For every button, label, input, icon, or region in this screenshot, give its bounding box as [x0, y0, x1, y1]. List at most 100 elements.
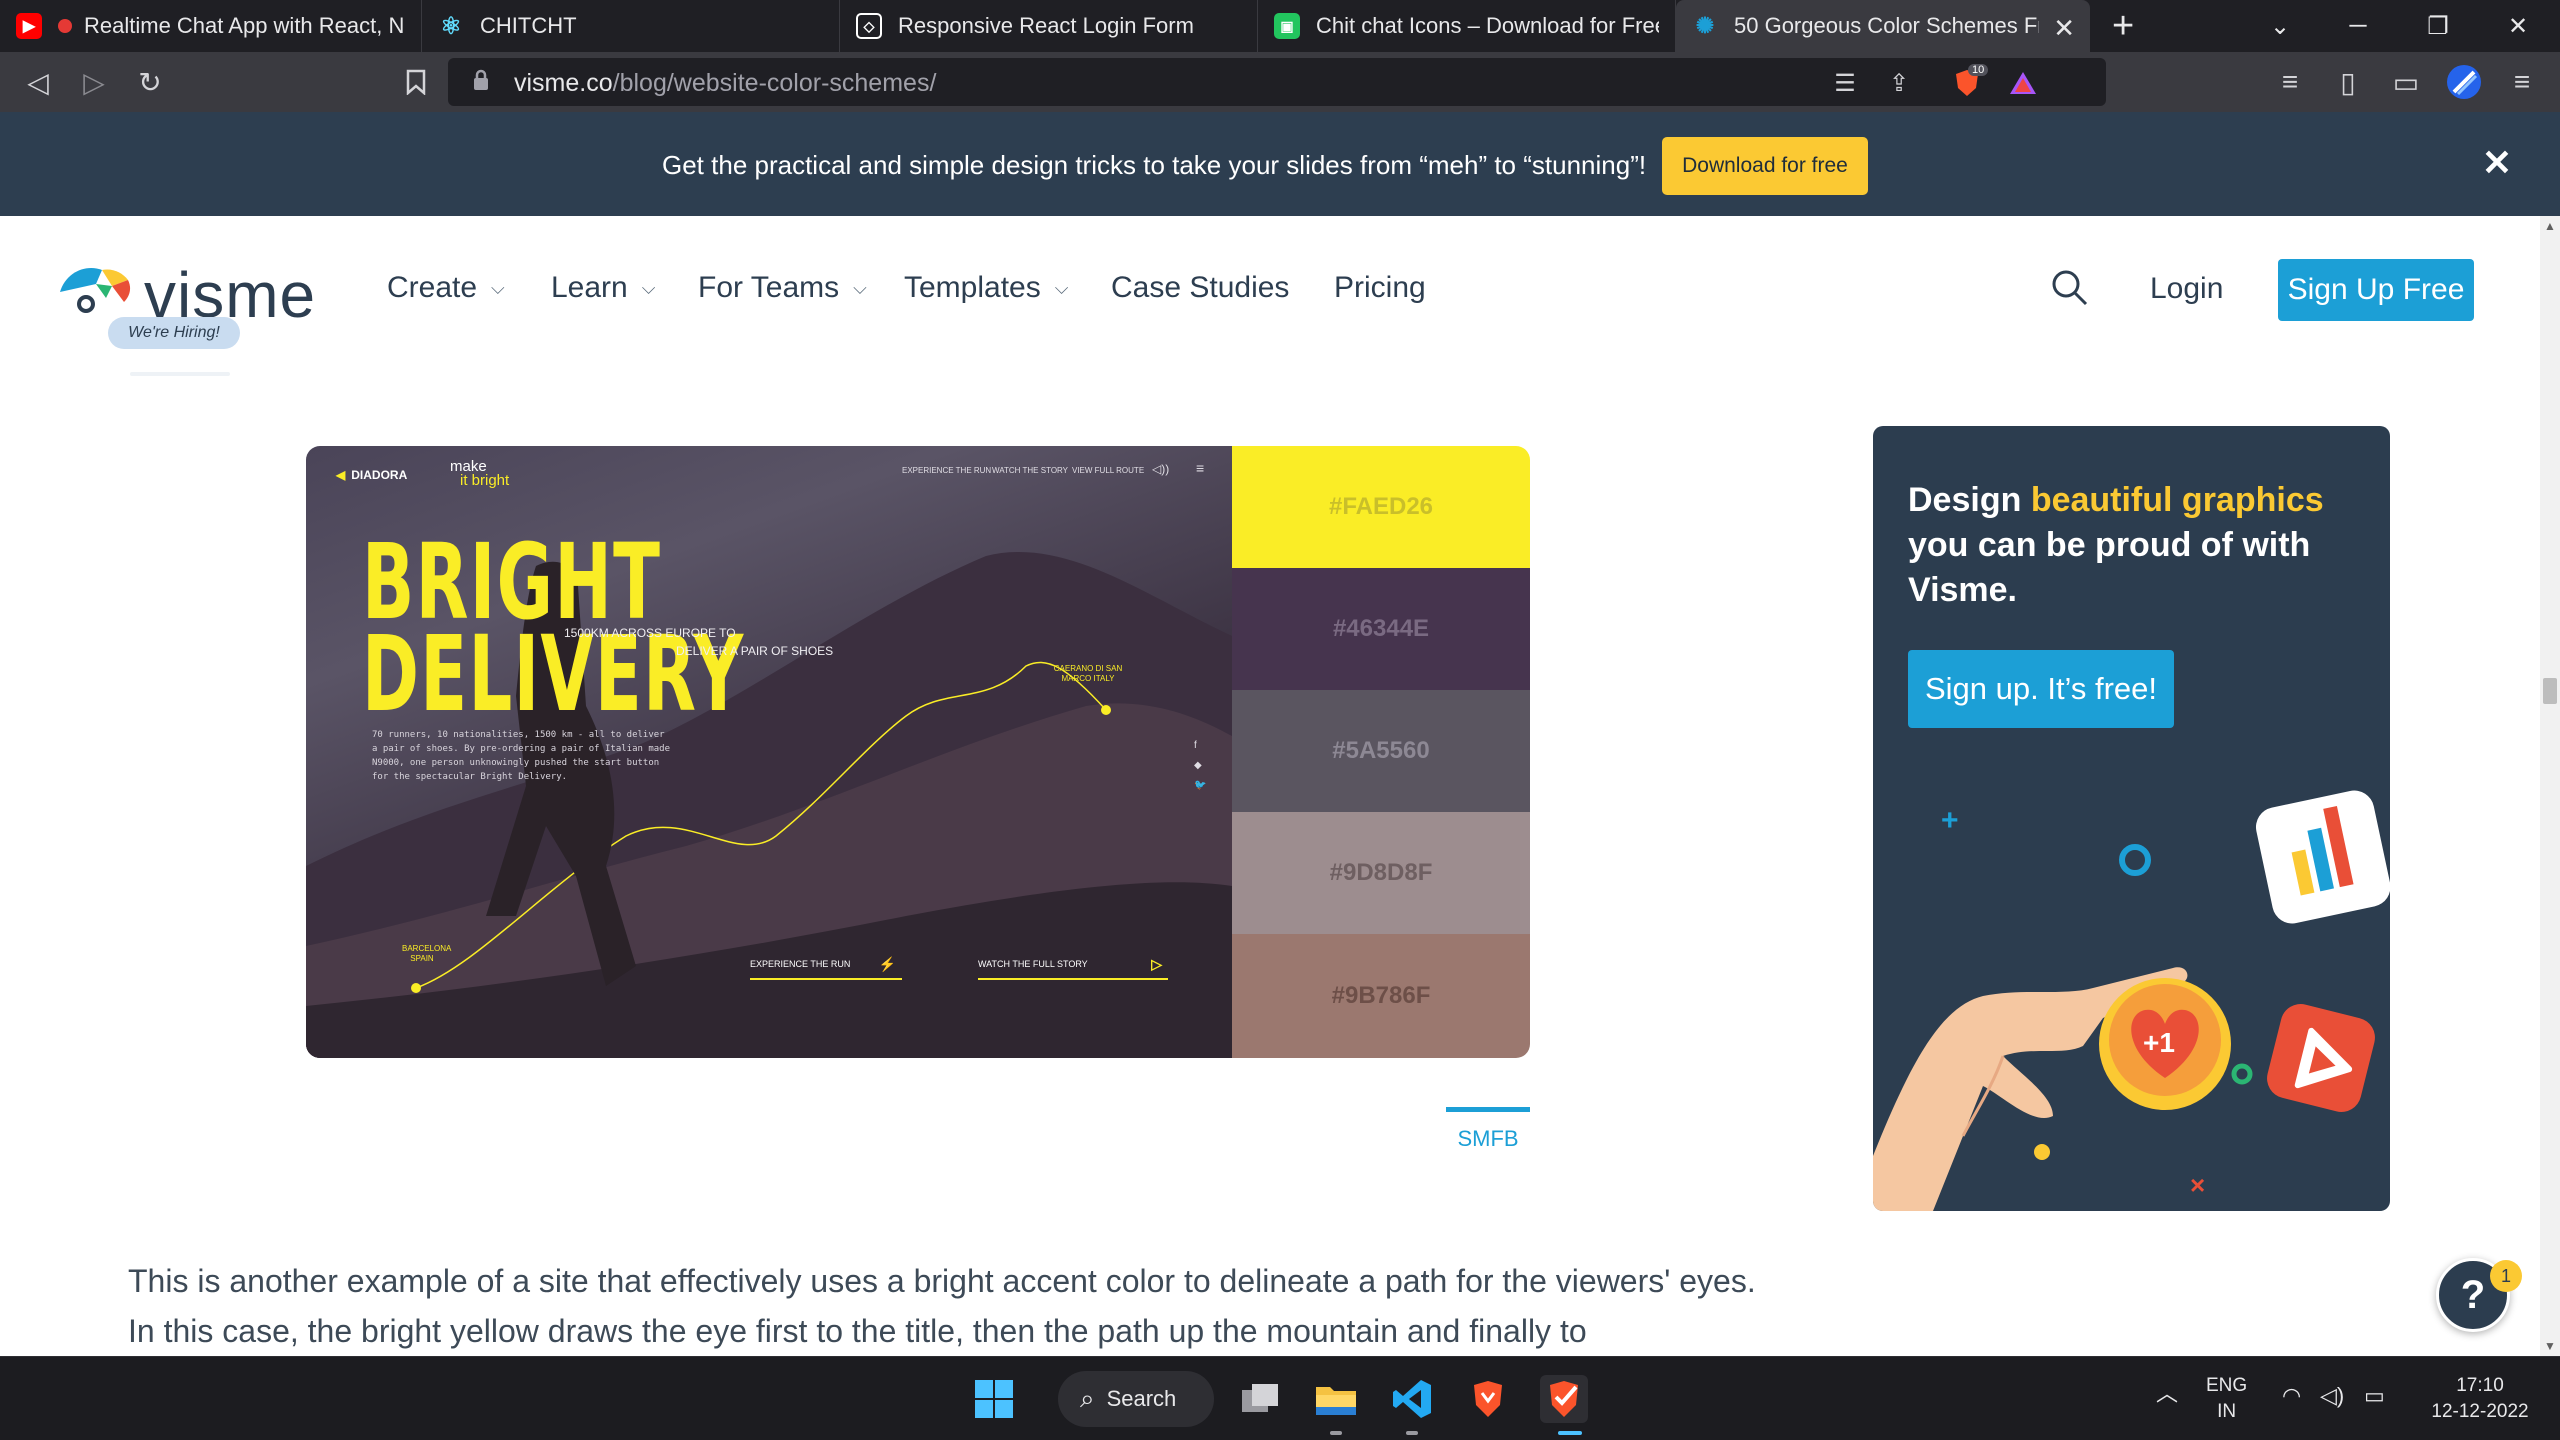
shields-count-badge: 10	[1968, 64, 1989, 76]
running-indicator	[1330, 1431, 1342, 1435]
page-scrollbar[interactable]: ▲ ▼	[2540, 216, 2560, 1356]
cta-experience-run: EXPERIENCE THE RUN ⚡	[750, 950, 902, 980]
battery-icon[interactable]: ▭	[2364, 1383, 2385, 1409]
new-tab-icon[interactable]: +	[2112, 7, 2134, 45]
close-window-icon[interactable]: ✕	[2490, 0, 2546, 52]
brave-nightly-icon[interactable]	[1540, 1375, 1588, 1423]
tab-react-login[interactable]: ◇ Responsive React Login Form	[840, 0, 1258, 52]
scroll-down-icon[interactable]: ▼	[2540, 1336, 2560, 1356]
svg-text:×: ×	[2190, 1170, 2205, 1200]
scroll-up-icon[interactable]: ▲	[2540, 216, 2560, 236]
article-paragraph: This is another example of a site that e…	[128, 1263, 1756, 1349]
brave-rewards-icon[interactable]	[2006, 66, 2040, 100]
back-icon[interactable]: ◁	[18, 62, 58, 102]
tray-chevron-icon[interactable]: ︿	[2156, 1381, 2178, 1407]
diadora-logo: ◀ DIADORA	[336, 468, 408, 482]
subheading-line-2: DELIVER A PAIR OF SHOES	[676, 644, 834, 658]
social-icons: f ◆ 🐦	[1194, 740, 1207, 791]
visme-icon: ✺	[1695, 13, 1715, 38]
restore-icon[interactable]: ❐	[2410, 0, 2466, 52]
tab-realtime-chat[interactable]: ▶ Realtime Chat App with React, Node	[0, 0, 422, 52]
search-icon[interactable]	[2050, 268, 2090, 308]
playlist-icon[interactable]: ≡	[2270, 62, 2310, 102]
tab-title: Realtime Chat App with React, Node	[84, 13, 405, 38]
tab-chitcht[interactable]: ⚛ CHITCHT	[422, 0, 840, 52]
chart-card-icon	[2255, 790, 2390, 924]
sidebar-icon[interactable]: ▯	[2328, 62, 2368, 102]
nav-pricing[interactable]: Pricing	[1334, 271, 1426, 305]
tab-search-chevron-icon[interactable]: ⌄	[2252, 0, 2308, 52]
wallet-icon[interactable]: ▭	[2386, 62, 2426, 102]
language-indicator[interactable]: ENG IN	[2206, 1373, 2247, 1425]
hamburger-icon: ≡	[1196, 460, 1205, 476]
site-nav-item: EXPERIENCE THE RUN	[902, 466, 992, 475]
credit-underline	[1446, 1107, 1530, 1112]
start-label: BARCELONA SPAIN	[402, 944, 452, 963]
color-swatch: #FAED26	[1232, 446, 1530, 568]
cta-watch-story: WATCH THE FULL STORY ▷	[978, 950, 1168, 980]
file-explorer-icon[interactable]	[1312, 1375, 1360, 1423]
heart-badge-icon: +1	[2099, 978, 2231, 1110]
website-screenshot-image: ◀ DIADORA make it bright EXPERIENCE THE RU…	[306, 446, 1232, 1058]
sign-up-free-button[interactable]: Sign Up Free	[2278, 259, 2474, 321]
youtube-icon: ▶	[16, 13, 42, 39]
nav-create[interactable]: Create ⌵	[387, 271, 505, 305]
site-header: visme We're Hiring! Create ⌵ Learn ⌵ For T…	[0, 216, 2540, 376]
windows-start-icon[interactable]	[970, 1375, 1018, 1423]
site-tagline: make it bright	[450, 458, 510, 489]
scroll-thumb[interactable]	[2543, 678, 2557, 704]
nav-learn[interactable]: Learn ⌵	[551, 271, 655, 305]
address-bar[interactable]: visme.co/blog/website-color-schemes/ ☰ ⇪…	[448, 58, 2106, 106]
hiring-badge[interactable]: We're Hiring!	[108, 317, 240, 349]
share-icon[interactable]: ⇪	[1882, 66, 1916, 100]
minimize-icon[interactable]: ─	[2330, 0, 2386, 52]
volume-icon[interactable]: ◁)	[2320, 1383, 2344, 1409]
runner-icon: ⚡	[878, 955, 896, 972]
promo-close-icon[interactable]: ✕	[2476, 142, 2518, 184]
wifi-icon[interactable]: ◠	[2282, 1383, 2301, 1409]
svg-text:+1: +1	[2143, 1027, 2175, 1058]
ad-signup-button[interactable]: Sign up. It’s free!	[1908, 650, 2174, 728]
reload-icon[interactable]: ↻	[130, 62, 170, 102]
codepen-icon: ◇	[856, 13, 882, 39]
download-for-free-button[interactable]: Download for free	[1662, 137, 1868, 195]
reader-mode-icon[interactable]: ☰	[1828, 66, 1862, 100]
swatch-hex: #5A5560	[1332, 737, 1430, 764]
image-credit-link[interactable]: SMFB	[1444, 1126, 1532, 1152]
browser-menu-icon[interactable]: ≡	[2502, 62, 2542, 102]
color-scheme-figure: ◀ DIADORA make it bright EXPERIENCE THE RU…	[306, 446, 1530, 1058]
lock-icon	[472, 68, 490, 97]
swatch-hex: #FAED26	[1328, 493, 1434, 520]
bookmark-icon[interactable]	[396, 62, 436, 102]
swatch-hex: #46344E	[1332, 615, 1430, 642]
login-link[interactable]: Login	[2150, 272, 2223, 306]
color-swatch: #46344E	[1232, 568, 1530, 690]
swatch-hex: #9B786F	[1331, 982, 1431, 1009]
clock[interactable]: 17:10 12-12-2022	[2420, 1373, 2540, 1425]
react-icon: ⚛	[440, 12, 462, 40]
tab-chit-chat-icons[interactable]: ▣ Chit chat Icons – Download for Free in	[1258, 0, 1676, 52]
ad-illustration: + × +1	[1873, 790, 2390, 1211]
task-view-icon[interactable]	[1236, 1375, 1284, 1423]
nav-for-teams[interactable]: For Teams ⌵	[698, 271, 867, 305]
tab-close-icon[interactable]: ✕	[2053, 13, 2075, 44]
profile-avatar-icon[interactable]	[2444, 62, 2484, 102]
green-square-icon: ▣	[1274, 13, 1300, 39]
sidebar-ad: Design beautiful graphics you can be prou…	[1873, 426, 2390, 1211]
recording-dot-icon	[58, 19, 72, 33]
windows-taskbar: ⌕ Search ︿ ENG IN ◠ ◁) ▭ 17:10 12-12-2022	[0, 1356, 2560, 1440]
taskbar-search[interactable]: ⌕ Search	[1058, 1371, 1214, 1427]
brave-browser-icon[interactable]	[1464, 1375, 1512, 1423]
site-nav-item: WATCH THE STORY	[992, 466, 1069, 475]
nav-case-studies[interactable]: Case Studies	[1111, 271, 1289, 305]
end-label: CAERANO DI SAN MARCO ITALY	[1053, 664, 1123, 683]
tab-color-schemes[interactable]: ✺ 50 Gorgeous Color Schemes From ✕	[1676, 0, 2090, 52]
chevron-down-icon: ⌵	[853, 277, 867, 298]
help-notification-badge: 1	[2490, 1260, 2522, 1292]
vscode-icon[interactable]	[1388, 1375, 1436, 1423]
running-indicator	[1406, 1431, 1418, 1435]
chevron-down-icon: ⌵	[491, 277, 505, 298]
forward-icon[interactable]: ▷	[74, 62, 114, 102]
nav-templates[interactable]: Templates ⌵	[904, 271, 1068, 305]
color-swatch: #9B786F	[1232, 934, 1530, 1058]
